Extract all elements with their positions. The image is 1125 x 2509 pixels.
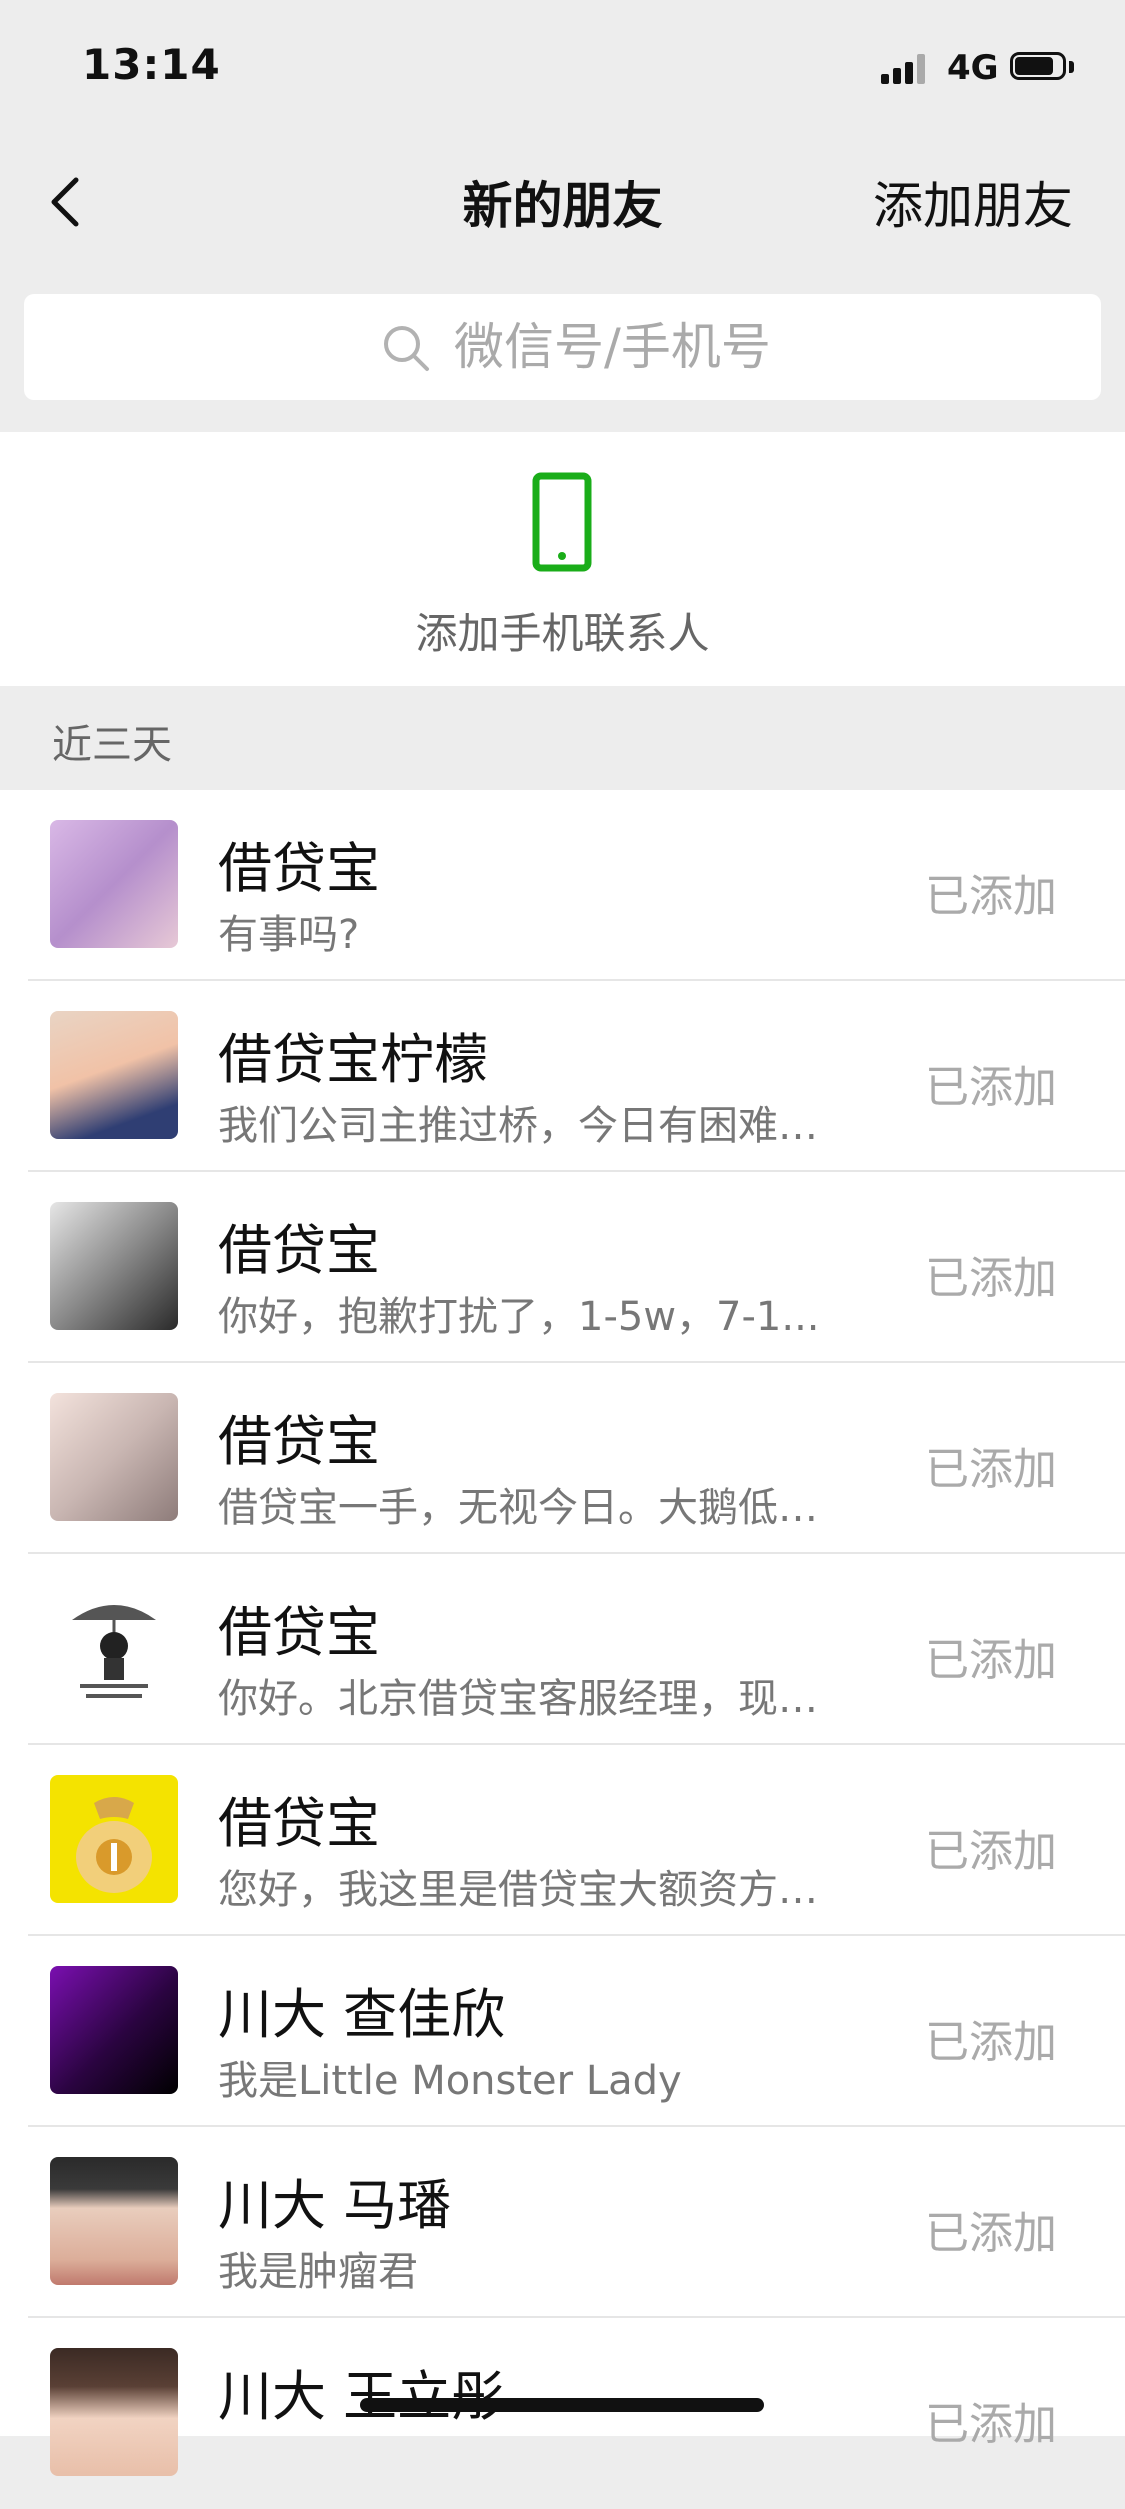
status-label: 已添加 [925,2208,1057,2259]
signal-icon [881,54,931,84]
contact-name: 川大 查佳欣 [218,1983,506,2046]
contact-name: 借贷宝 [218,1410,380,1473]
avatar [50,2157,178,2285]
list-item[interactable]: 借贷宝 有事吗? 已添加 [0,790,1125,981]
add-friend-button[interactable]: 添加朋友 [873,166,1073,238]
avatar [50,1966,178,2094]
search-icon [384,326,429,371]
list-item[interactable]: 借贷宝 您好，我这里是借贷宝大额资方… 已添加 [0,1745,1125,1936]
status-label: 已添加 [925,2017,1057,2068]
request-message: 我是肿瘤君 [218,2249,418,2295]
friend-request-list: 借贷宝 有事吗? 已添加 借贷宝柠檬 我们公司主推过桥，今日有困难… 已添加 借… [0,790,1125,2476]
status-label: 已添加 [925,1826,1057,1877]
avatar [50,1011,178,1139]
contact-name: 借贷宝 [218,1601,380,1664]
request-message: 借贷宝一手，无视今日。大鹅低… [218,1485,818,1531]
avatar [50,1775,178,1903]
section-header: 近三天 [0,686,1125,790]
status-time: 13:14 [82,40,221,89]
list-item[interactable]: 借贷宝柠檬 我们公司主推过桥，今日有困难… 已添加 [0,981,1125,1172]
status-label: 已添加 [925,1635,1057,1686]
list-item[interactable]: 川大 王立彤 已添加 [0,2318,1125,2509]
add-phone-contacts-button[interactable]: 添加手机联系人 [0,432,1125,686]
list-item[interactable]: 川大 查佳欣 我是Little Monster Lady 已添加 [0,1936,1125,2127]
list-item[interactable]: 川大 马璠 我是肿瘤君 已添加 [0,2127,1125,2318]
contact-name: 川大 王立彤 [218,2365,506,2428]
avatar [50,1584,178,1712]
status-label: 已添加 [925,1062,1057,1113]
request-message: 你好。北京借贷宝客服经理，现… [218,1676,818,1722]
list-item[interactable]: 借贷宝 你好，抱歉打扰了，1-5w，7-1... 已添加 [0,1172,1125,1363]
search-input[interactable] [454,312,1054,382]
request-message: 您好，我这里是借贷宝大额资方… [218,1867,818,1913]
home-indicator[interactable] [360,2398,764,2412]
avatar [50,2348,178,2476]
avatar [50,820,178,948]
request-message: 我们公司主推过桥，今日有困难… [218,1103,818,1149]
section-header-label: 近三天 [52,722,172,768]
status-bar: 13:14 4G [0,0,1125,132]
status-label: 已添加 [925,2399,1057,2450]
list-item[interactable]: 借贷宝 借贷宝一手，无视今日。大鹅低… 已添加 [0,1363,1125,1554]
contact-name: 借贷宝 [218,837,380,900]
avatar [50,1393,178,1521]
nav-bar: 新的朋友 添加朋友 [0,132,1125,272]
request-message: 你好，抱歉打扰了，1-5w，7-1... [218,1294,820,1340]
battery-icon [1010,52,1074,84]
status-label: 已添加 [925,1444,1057,1495]
phone-icon [532,472,592,572]
contact-name: 川大 马璠 [218,2174,452,2237]
contact-name: 借贷宝 [218,1792,380,1855]
request-message: 有事吗? [218,912,360,958]
network-type: 4G [947,48,999,88]
request-message: 我是Little Monster Lady [218,2058,682,2104]
status-label: 已添加 [925,871,1057,922]
add-phone-contacts-label: 添加手机联系人 [415,609,710,658]
contact-name: 借贷宝柠檬 [218,1028,488,1091]
list-item[interactable]: 借贷宝 你好。北京借贷宝客服经理，现… 已添加 [0,1554,1125,1745]
avatar [50,1202,178,1330]
contact-name: 借贷宝 [218,1219,380,1282]
status-label: 已添加 [925,1253,1057,1304]
search-bar[interactable] [24,294,1101,400]
